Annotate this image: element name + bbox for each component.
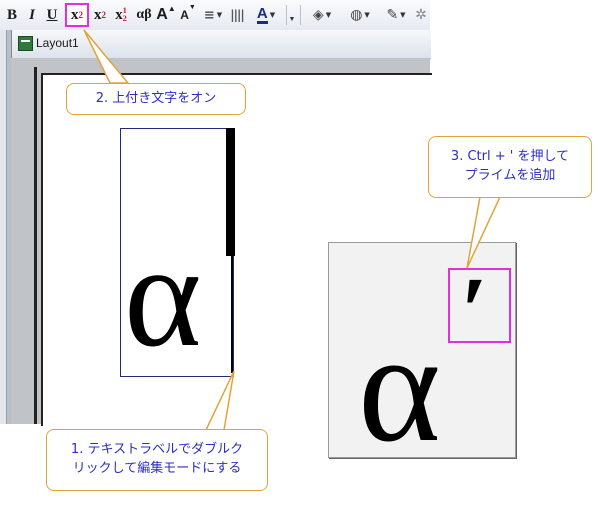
step3-line1: 3. Ctrl + ' を押して bbox=[450, 149, 570, 165]
step3-pointer bbox=[466, 196, 502, 269]
step2-pointer bbox=[83, 29, 130, 84]
step3-line2: プライムを追加 bbox=[464, 168, 556, 183]
step2-callout: 2. 上付き文字をオン bbox=[66, 83, 246, 115]
step2-text: 2. 上付き文字をオン bbox=[95, 90, 217, 106]
step1-pointer bbox=[204, 370, 235, 431]
step3-callout: 3. Ctrl + ' を押して プライムを追加 bbox=[428, 136, 592, 198]
step1-line1: 1. テキストラベルでダブルク bbox=[70, 442, 244, 458]
step1-callout: 1. テキストラベルでダブルク リックして編集モードにする bbox=[46, 429, 268, 491]
step1-line2: リックして編集モードにする bbox=[72, 461, 242, 476]
